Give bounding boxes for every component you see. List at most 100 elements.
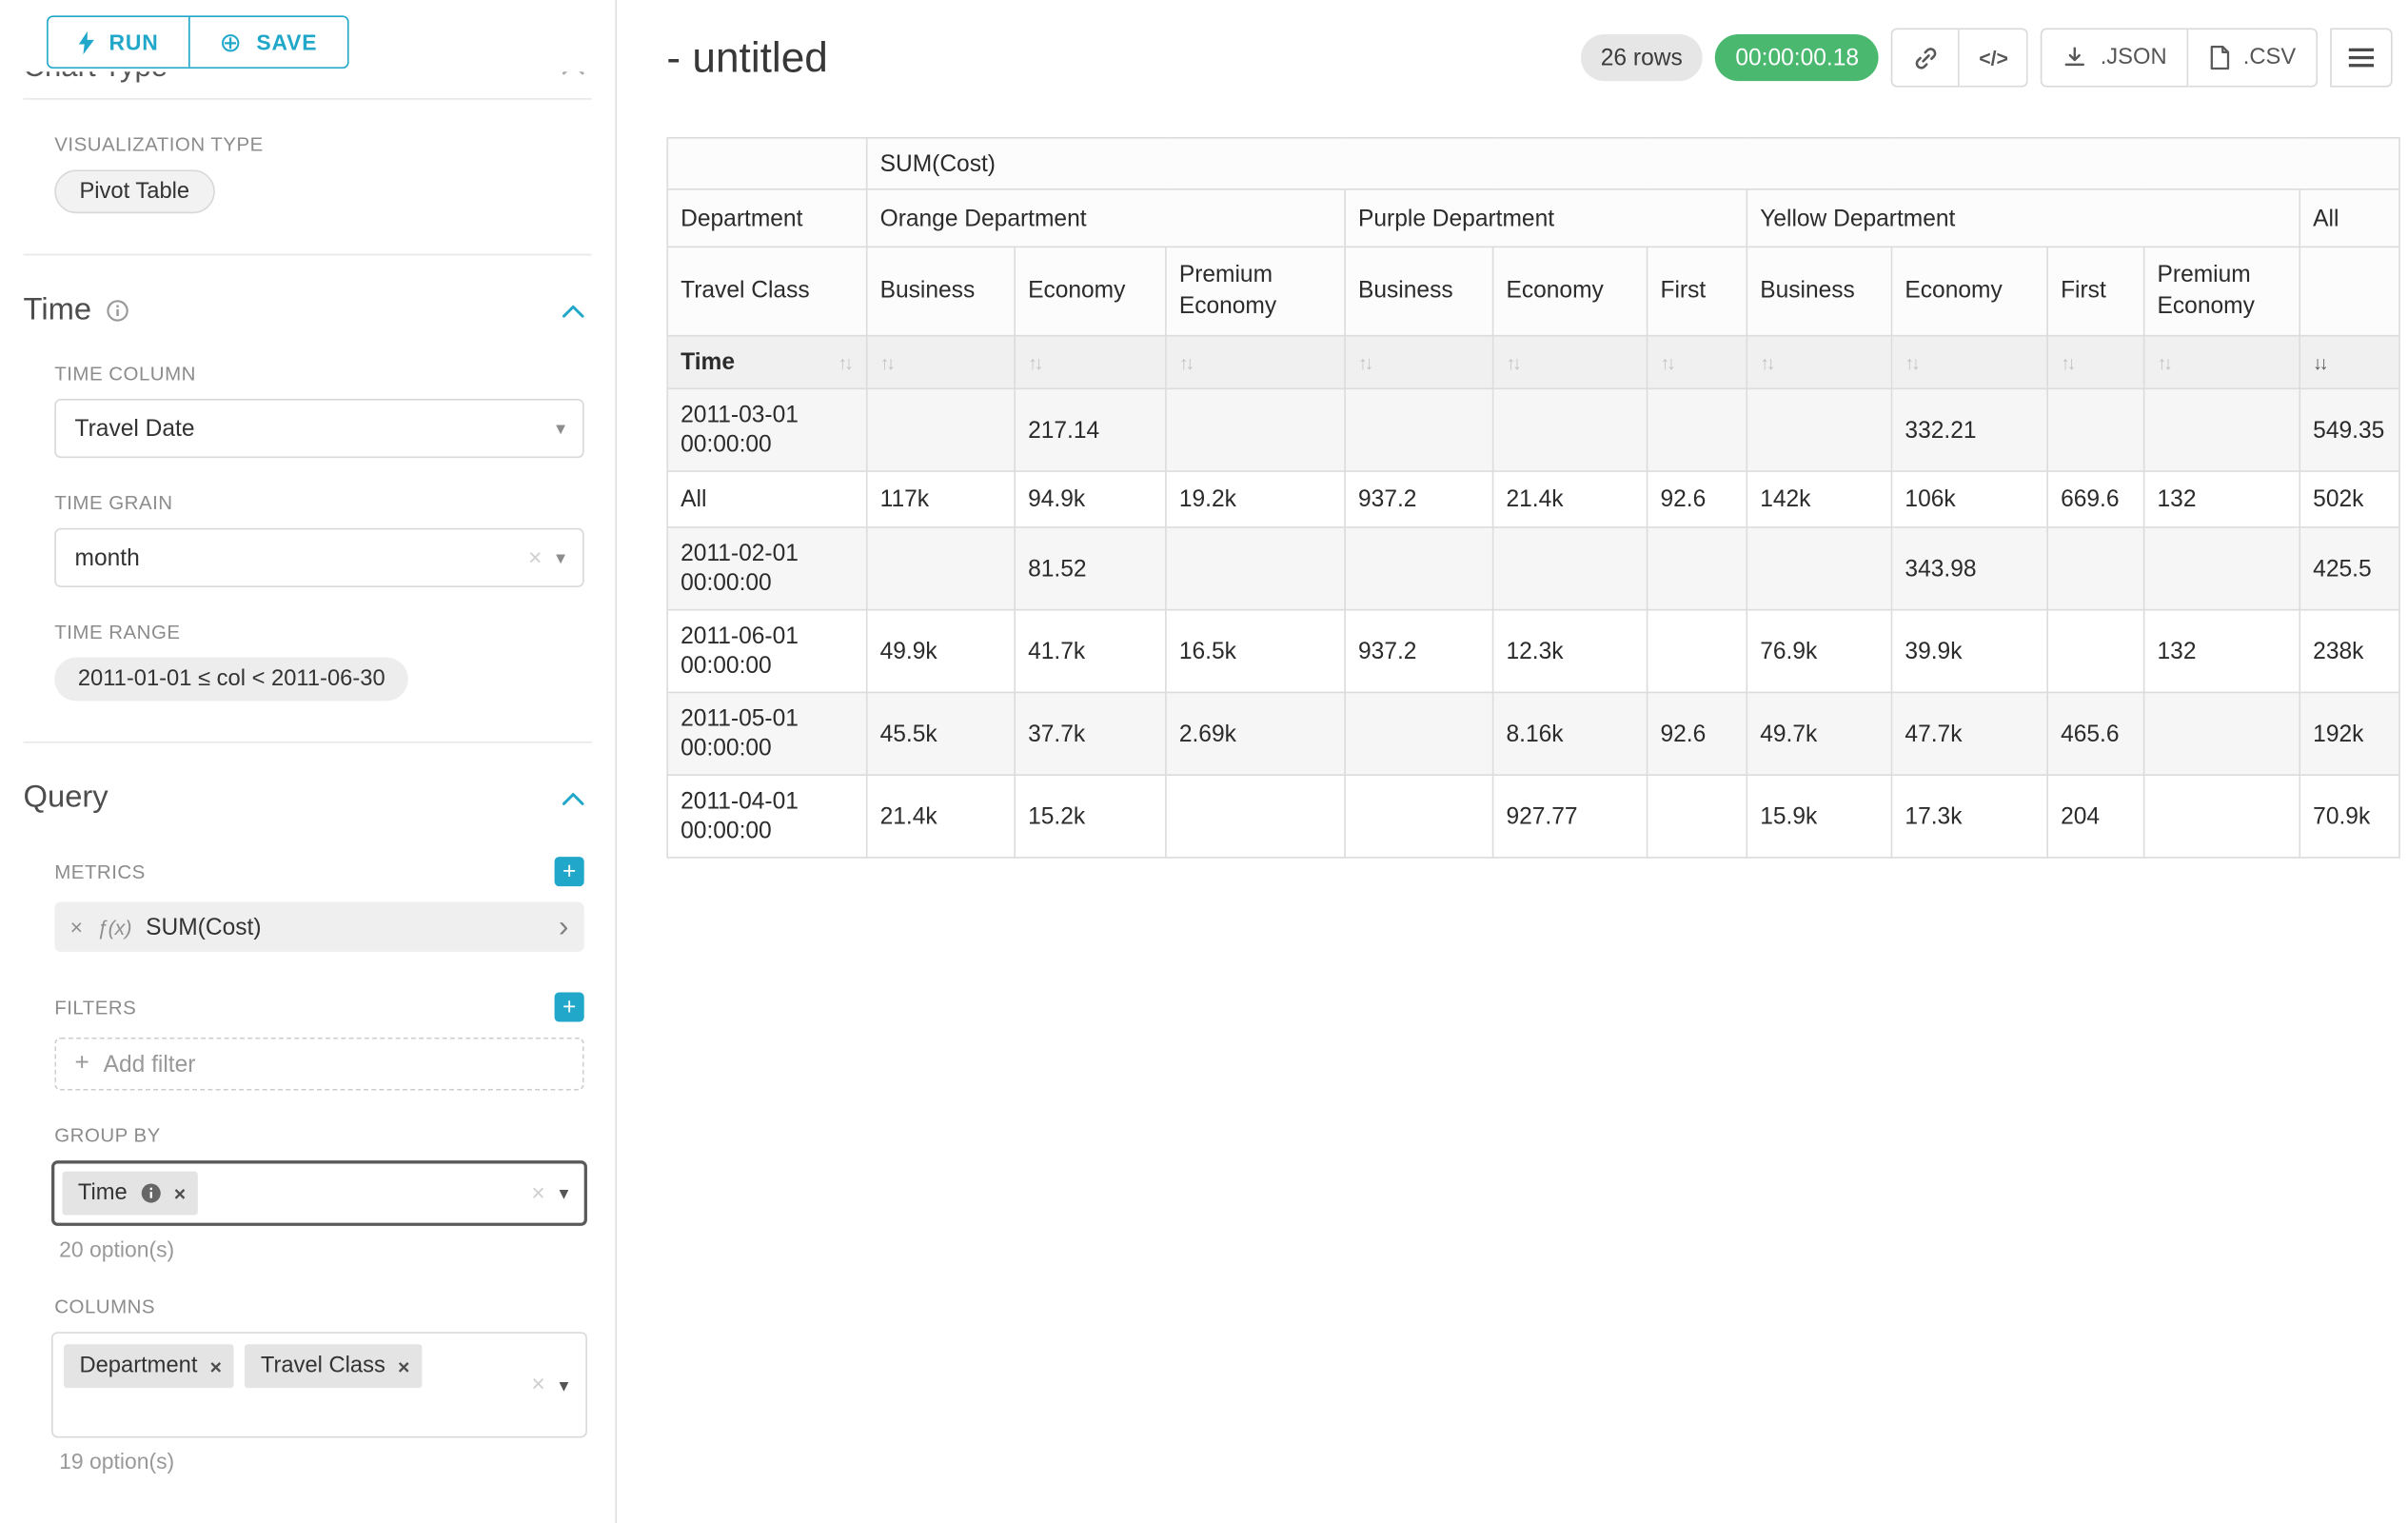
sort-icon[interactable]: ↑↓: [1358, 352, 1373, 374]
remove-pill-icon[interactable]: ×: [210, 1355, 222, 1378]
pivot-value-cell: [1345, 775, 1492, 858]
pivot-value-cell: [867, 527, 1015, 610]
sort-icon[interactable]: ↑↓: [1905, 352, 1920, 374]
pivot-value-cell: 16.5k: [1166, 610, 1345, 693]
columns-select[interactable]: Department × Travel Class × × ▾: [51, 1332, 587, 1437]
sort-icon[interactable]: ↑↓: [2158, 352, 2173, 374]
pivot-value-cell: 92.6: [1648, 471, 1747, 527]
group-by-select[interactable]: Time × × ▾: [51, 1160, 587, 1226]
pivot-value-cell: [1166, 775, 1345, 858]
hamburger-icon: [2349, 49, 2374, 68]
result-toolbar: 26 rows 00:00:00.18 </>: [1580, 28, 2392, 87]
pivot-sort-cell[interactable]: ↑↓: [1892, 336, 2048, 389]
time-range-pill[interactable]: 2011-01-01 ≤ col < 2011-06-30: [54, 658, 408, 702]
menu-button-group: [2330, 28, 2392, 87]
save-button[interactable]: ⊕ SAVE: [188, 17, 347, 67]
chevron-down-icon[interactable]: ▾: [559, 1182, 568, 1204]
remove-pill-icon[interactable]: ×: [398, 1355, 409, 1378]
pivot-value-cell: 15.9k: [1747, 775, 1891, 858]
pivot-sort-cell[interactable]: ↑↓: [867, 336, 1015, 389]
pivot-value-cell: 425.5: [2299, 527, 2399, 610]
info-icon: [106, 299, 129, 323]
pivot-sort-cell[interactable]: ↑↓: [2144, 336, 2300, 389]
pivot-sort-cell[interactable]: ↑↓: [1648, 336, 1747, 389]
query-section-header[interactable]: Query: [24, 781, 584, 817]
add-filter-plus-button[interactable]: +: [555, 992, 584, 1021]
time-column-select[interactable]: Travel Date ▾: [54, 399, 583, 458]
pivot-value-cell: 70.9k: [2299, 775, 2399, 858]
filters-label: FILTERS: [54, 997, 136, 1019]
chevron-down-icon[interactable]: ▾: [559, 1374, 568, 1395]
columns-pill-department[interactable]: Department ×: [64, 1344, 234, 1388]
clear-icon[interactable]: ×: [531, 1180, 544, 1207]
pivot-value-cell: 41.7k: [1015, 610, 1166, 693]
pivot-value-cell: 76.9k: [1747, 610, 1891, 693]
pivot-sort-cell[interactable]: ↑↓: [1166, 336, 1345, 389]
add-metric-button[interactable]: +: [555, 857, 584, 886]
remove-metric-icon[interactable]: ×: [70, 915, 83, 940]
group-by-pill-time[interactable]: Time ×: [62, 1172, 198, 1216]
clear-icon[interactable]: ×: [528, 544, 542, 571]
sort-icon[interactable]: ↑↓: [1179, 352, 1194, 374]
menu-button[interactable]: [2330, 28, 2392, 87]
chevron-right-icon[interactable]: ›: [559, 912, 568, 941]
pivot-col-axis-label: Department: [667, 189, 866, 247]
add-filter-button[interactable]: + Add filter: [54, 1038, 583, 1091]
time-grain-value: month: [75, 544, 529, 571]
divider: [24, 254, 592, 256]
add-filter-label: Add filter: [104, 1051, 196, 1078]
sort-icon[interactable]: ↑↓: [1760, 352, 1775, 374]
sort-icon[interactable]: ↑↓: [2061, 352, 2076, 374]
pivot-value-cell: 49.7k: [1747, 692, 1891, 775]
pivot-class-header: [2299, 247, 2399, 335]
download-json-button[interactable]: .JSON: [2042, 28, 2189, 87]
pivot-class-header: Economy: [1892, 247, 2048, 335]
file-icon: [2209, 45, 2231, 69]
pill-label: Travel Class: [261, 1354, 385, 1378]
pivot-sort-cell[interactable]: ↓↓: [2299, 336, 2399, 389]
sort-icon[interactable]: ↑↓: [1506, 352, 1521, 374]
sort-icon[interactable]: ↑↓: [1028, 352, 1043, 374]
sort-icon[interactable]: ↓↓: [2313, 352, 2328, 374]
download-csv-button[interactable]: .CSV: [2189, 28, 2319, 87]
pivot-class-header: Economy: [1493, 247, 1648, 335]
chevron-up-icon[interactable]: [563, 305, 584, 317]
csv-label: .CSV: [2243, 45, 2296, 69]
pivot-time-header[interactable]: Time ↑↓: [667, 336, 866, 389]
pivot-sort-cell[interactable]: ↑↓: [2047, 336, 2143, 389]
chevron-up-icon[interactable]: [563, 792, 584, 804]
chart-title: - untitled: [666, 33, 827, 82]
copy-link-button[interactable]: [1891, 28, 1960, 87]
sort-icon[interactable]: ↑↓: [880, 352, 896, 374]
pivot-sort-cell[interactable]: ↑↓: [1345, 336, 1492, 389]
pivot-sort-cell[interactable]: ↑↓: [1015, 336, 1166, 389]
pivot-group-header: Orange Department: [867, 189, 1345, 247]
columns-pill-travel-class[interactable]: Travel Class ×: [246, 1344, 423, 1388]
chevron-down-icon[interactable]: ▾: [556, 546, 565, 568]
clear-icon[interactable]: ×: [531, 1372, 544, 1398]
pivot-value-cell: 117k: [867, 471, 1015, 527]
metric-item[interactable]: × ƒ(x) SUM(Cost) ›: [54, 902, 583, 952]
time-section-header[interactable]: Time: [24, 293, 584, 329]
view-query-button[interactable]: </>: [1960, 28, 2028, 87]
run-button[interactable]: RUN: [49, 17, 188, 67]
pivot-sort-cell[interactable]: ↑↓: [1747, 336, 1891, 389]
time-grain-select[interactable]: month × ▾: [54, 528, 583, 587]
chevron-down-icon[interactable]: ▾: [556, 418, 565, 440]
pivot-value-cell: 45.5k: [867, 692, 1015, 775]
pivot-value-cell: 21.4k: [867, 775, 1015, 858]
sort-icon[interactable]: ↑↓: [838, 351, 853, 373]
remove-pill-icon[interactable]: ×: [174, 1181, 186, 1205]
pivot-data-row: 2011-04-01 00:00:0021.4k15.2k927.7715.9k…: [667, 775, 2399, 858]
pivot-sort-cell[interactable]: ↑↓: [1493, 336, 1648, 389]
pivot-group-header: Yellow Department: [1747, 189, 2299, 247]
time-label: Time: [681, 349, 735, 376]
time-section-title: Time: [24, 293, 92, 329]
share-button-group: </>: [1891, 28, 2028, 87]
pivot-value-cell: 21.4k: [1493, 471, 1648, 527]
pivot-value-cell: [1345, 527, 1492, 610]
metric-name: SUM(Cost): [146, 914, 544, 940]
visualization-type-pill[interactable]: Pivot Table: [54, 169, 214, 213]
sort-icon[interactable]: ↑↓: [1660, 352, 1675, 374]
pivot-value-cell: [1747, 527, 1891, 610]
